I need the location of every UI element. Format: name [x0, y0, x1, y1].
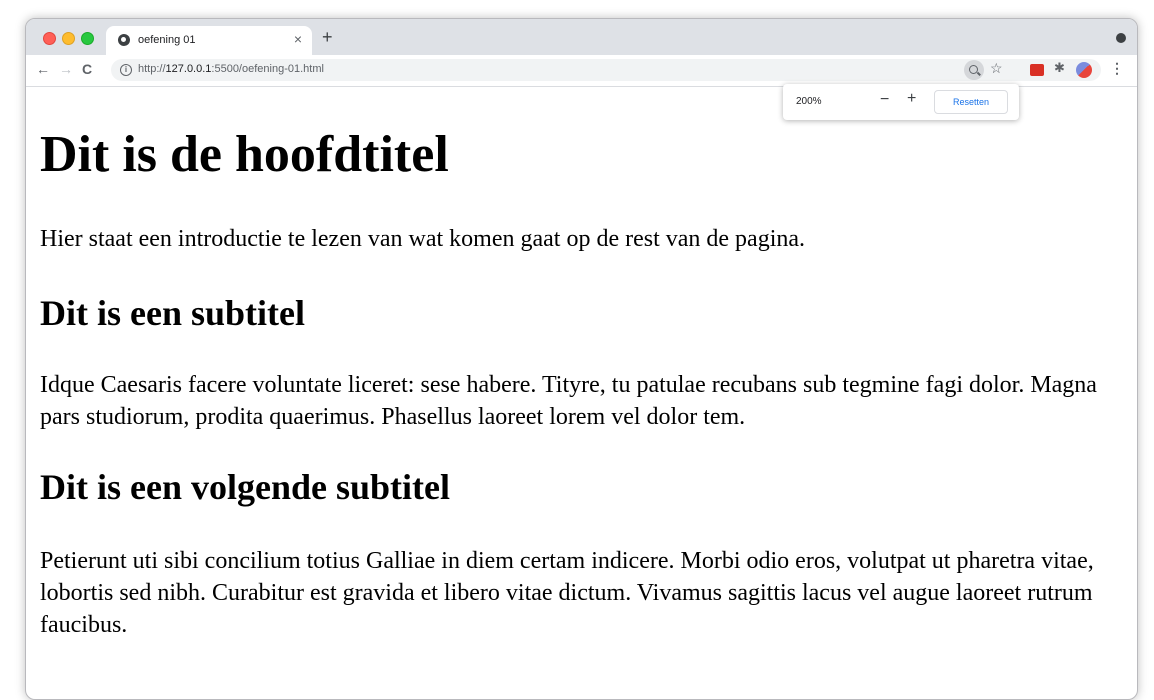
zoom-in-button[interactable]: +: [907, 90, 916, 108]
address-bar[interactable]: i http://127.0.0.1:5500/oefening-01.html…: [111, 59, 1101, 81]
minimize-window-button[interactable]: [62, 32, 75, 45]
reset-zoom-button[interactable]: Resetten: [934, 90, 1008, 114]
zoom-level: 200%: [796, 96, 822, 107]
star-icon[interactable]: ☆: [990, 60, 1003, 77]
toolbar: ← → C i http://127.0.0.1:5500/oefening-0…: [26, 55, 1137, 87]
page-title: Dit is de hoofdtitel: [40, 126, 449, 183]
section-paragraph: Idque Caesaris facere voluntate liceret:…: [40, 372, 1097, 430]
avatar[interactable]: [1076, 62, 1092, 78]
close-window-button[interactable]: [43, 32, 56, 45]
browser-window: oefening 01 × + ← → C i http://127.0.0.1…: [25, 18, 1138, 700]
forward-arrow-icon[interactable]: →: [59, 61, 73, 77]
back-arrow-icon[interactable]: ←: [36, 61, 50, 77]
new-tab-icon[interactable]: +: [322, 27, 333, 48]
tab-bar: oefening 01 × +: [26, 19, 1137, 55]
maximize-window-button[interactable]: [81, 32, 94, 45]
profile-icon[interactable]: [1116, 33, 1126, 43]
url-text[interactable]: http://127.0.0.1:5500/oefening-01.html: [138, 63, 324, 75]
intro-paragraph: Hier staat een introductie te lezen van …: [40, 226, 806, 252]
zoom-popup: 200% − + Resetten: [783, 84, 1019, 120]
puzzle-icon[interactable]: ✱: [1054, 60, 1065, 76]
url-path: :5500/oefening-01.html: [211, 63, 324, 75]
globe-icon: [118, 34, 130, 46]
zoom-icon[interactable]: [964, 60, 984, 80]
tab-oefening[interactable]: oefening 01 ×: [106, 26, 312, 55]
reload-icon[interactable]: C: [82, 61, 92, 77]
section-heading: Dit is een subtitel: [40, 293, 305, 333]
section-paragraph: Petierunt uti sibi concilium totius Gall…: [40, 548, 1094, 638]
section-heading: Dit is een volgende subtitel: [40, 467, 450, 507]
tab-title: oefening 01: [138, 34, 196, 46]
more-menu-icon[interactable]: ⋮: [1110, 60, 1124, 77]
zoom-out-button[interactable]: −: [880, 91, 889, 109]
extension-icon[interactable]: [1030, 64, 1044, 76]
url-host: 127.0.0.1: [165, 63, 212, 75]
url-scheme: http://: [138, 63, 166, 75]
close-tab-icon[interactable]: ×: [294, 31, 302, 47]
info-icon[interactable]: i: [120, 64, 132, 76]
